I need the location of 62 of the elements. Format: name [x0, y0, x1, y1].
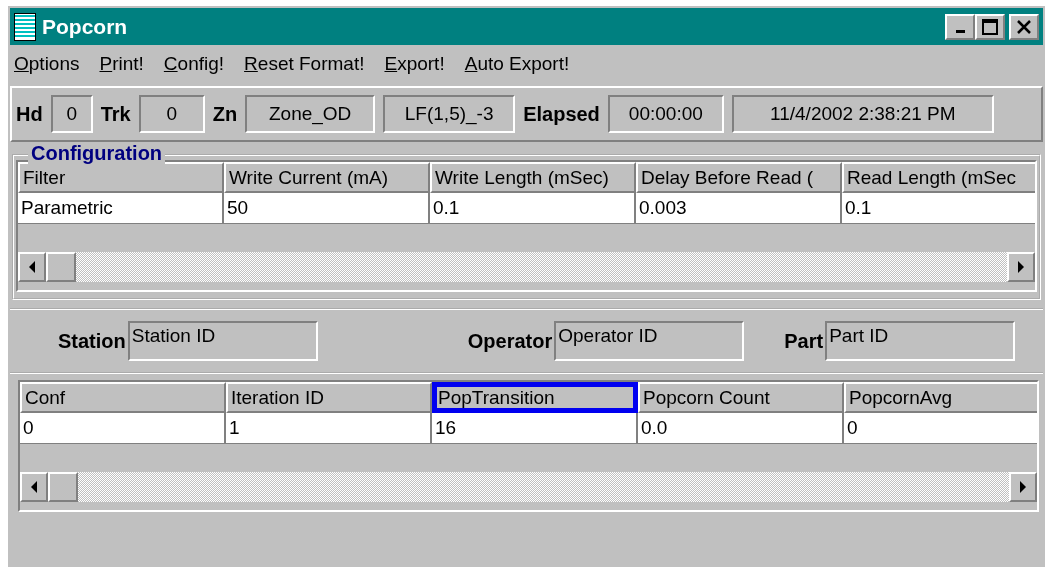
table-cell: 0.003 — [636, 193, 842, 224]
horizontal-scrollbar[interactable] — [20, 472, 1037, 502]
table-cell: 0.1 — [842, 193, 1035, 224]
field-label: Zn — [212, 102, 238, 126]
table-cell: 16 — [432, 413, 638, 444]
table-cell: 0 — [20, 413, 226, 444]
window-title: Popcorn — [42, 14, 128, 39]
scroll-left-button[interactable] — [18, 252, 46, 282]
scroll-left-button[interactable] — [20, 472, 48, 502]
column-header[interactable]: Write Current (mA) — [224, 162, 430, 193]
readout-field: Zone_OD — [245, 95, 376, 133]
field-label: Part — [784, 329, 824, 353]
table-cell: 0.1 — [430, 193, 636, 224]
column-header[interactable]: Conf — [20, 382, 226, 413]
menu-item[interactable]: Options — [14, 53, 80, 75]
column-header[interactable]: Popcorn Count — [638, 382, 844, 413]
group-title: Configuration — [28, 142, 166, 165]
field-label: Hd — [16, 102, 43, 126]
field-label: Operator — [467, 329, 553, 353]
menu-item[interactable]: Config! — [163, 53, 225, 75]
column-header[interactable]: PopcornAvg — [844, 382, 1037, 413]
scroll-thumb[interactable] — [48, 472, 78, 502]
column-header[interactable]: Write Length (mSec) — [430, 162, 636, 193]
left-arrow-icon — [28, 261, 36, 273]
close-icon — [1017, 19, 1031, 34]
field-label: Station — [58, 329, 126, 353]
close-button[interactable] — [1009, 13, 1039, 40]
scroll-right-button[interactable] — [1007, 252, 1035, 282]
input-field[interactable]: Station ID — [127, 321, 318, 361]
table-cell: 1 — [226, 413, 432, 444]
column-header[interactable]: Read Length (mSec — [842, 162, 1035, 193]
right-arrow-icon — [1019, 481, 1027, 493]
field-label: Trk — [100, 102, 131, 126]
readout-field: LF(1,5)_-3 — [383, 95, 516, 133]
menu-item[interactable]: Auto Export! — [464, 53, 570, 75]
column-header[interactable]: Iteration ID — [226, 382, 432, 413]
table-cell: 0.0 — [638, 413, 844, 444]
input-field[interactable]: Operator ID — [554, 321, 745, 361]
scroll-right-button[interactable] — [1009, 472, 1037, 502]
maximize-icon — [982, 18, 998, 35]
field-label: Elapsed — [523, 102, 600, 126]
app-icon — [14, 12, 36, 41]
table-cell: 0 — [844, 413, 1037, 444]
readout-field: 00:00:00 — [607, 95, 724, 133]
minimize-button[interactable] — [945, 13, 975, 40]
left-arrow-icon — [30, 481, 38, 493]
readout-field: 11/4/2002 2:38:21 PM — [731, 95, 994, 133]
readout-field: 0 — [138, 95, 205, 133]
table-cell: 50 — [224, 193, 430, 224]
horizontal-scrollbar[interactable] — [18, 252, 1035, 282]
column-header[interactable]: PopTransition — [432, 382, 638, 413]
table-cell: Parametric — [18, 193, 224, 224]
right-arrow-icon — [1017, 261, 1025, 273]
input-field[interactable]: Part ID — [825, 321, 1016, 361]
readout-field: 0 — [50, 95, 93, 133]
menu-item[interactable]: Reset Format! — [244, 53, 365, 75]
scroll-thumb[interactable] — [46, 252, 76, 282]
menu-item[interactable]: Export! — [384, 53, 445, 75]
menu-item[interactable]: Print! — [99, 53, 144, 75]
minimize-icon — [955, 29, 965, 33]
column-header[interactable]: Delay Before Read ( — [636, 162, 842, 193]
maximize-button[interactable] — [975, 13, 1005, 40]
